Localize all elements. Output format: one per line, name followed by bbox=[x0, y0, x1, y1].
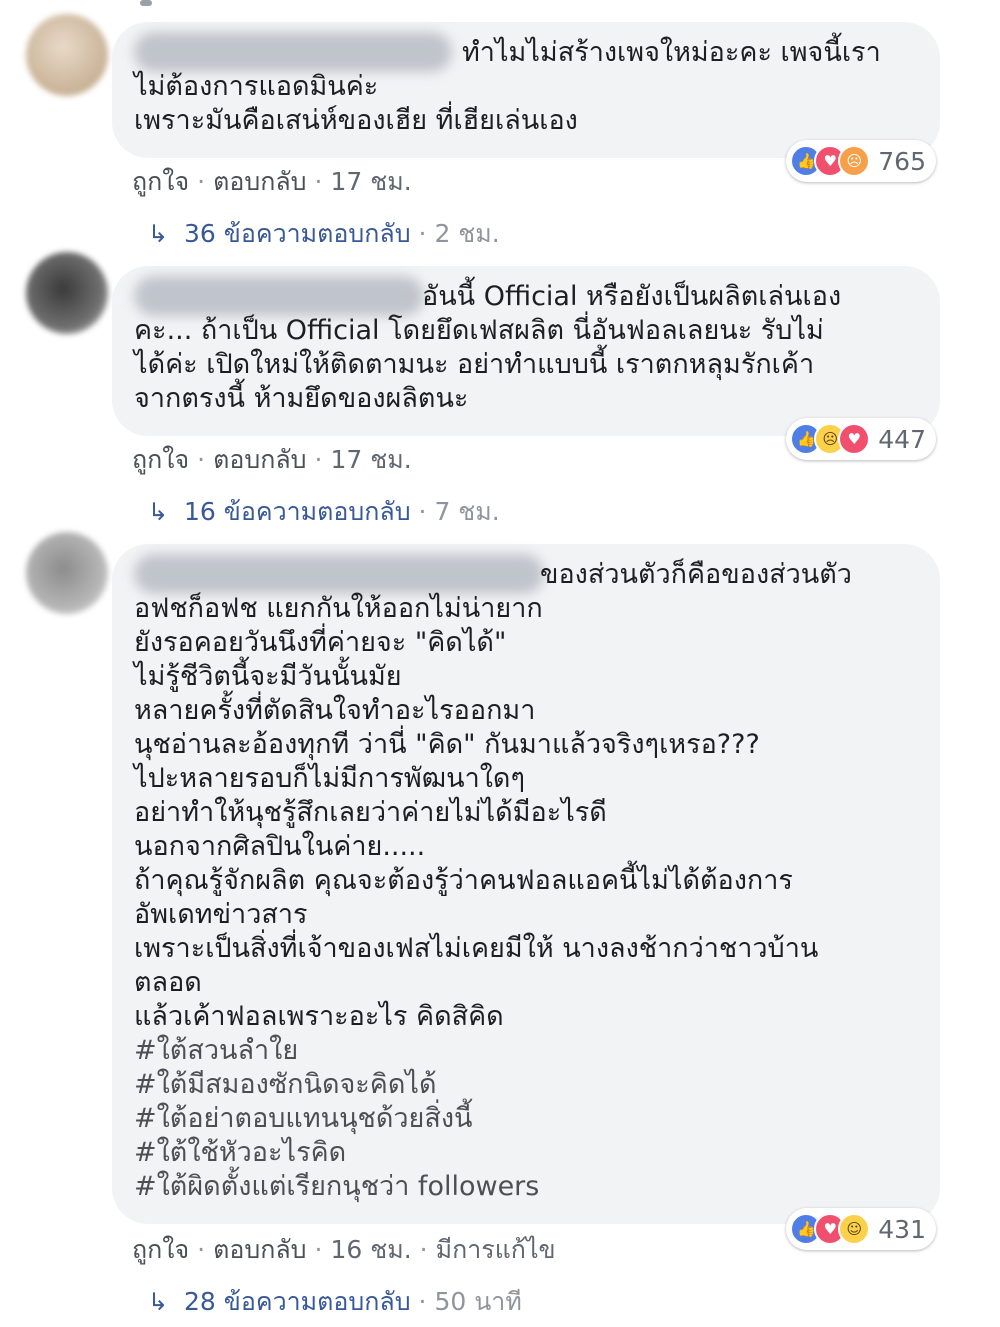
laughing-face-icon: ☺ bbox=[838, 1213, 871, 1245]
reply-arrow-icon: ↳ bbox=[148, 1288, 169, 1316]
edited-label[interactable]: มีการแก้ไข bbox=[436, 1235, 556, 1264]
reaction-summary[interactable]: 👍 ☹ ♥ 447 bbox=[786, 418, 936, 460]
comment-text-line: อย่าทำให้นุชรู้สึกเลยว่าค่ายไม่ได้มีอะไร… bbox=[134, 797, 607, 828]
comment-text-line: ได้ค่ะ เปิดใหม่ให้ติดตามนะ อย่าทำแบบนี้ … bbox=[134, 349, 815, 380]
separator: · bbox=[410, 497, 435, 526]
hashtag-link[interactable]: #ใต้มีสมองซักนิดจะคิดได้ bbox=[134, 1068, 912, 1102]
separator: · bbox=[410, 219, 435, 248]
avatar[interactable] bbox=[26, 532, 108, 614]
reply-link[interactable]: ตอบกลับ bbox=[213, 445, 306, 474]
timestamp[interactable]: 17 ชม. bbox=[331, 445, 412, 474]
like-link[interactable]: ถูกใจ bbox=[132, 1235, 189, 1264]
comment-actions: ถูกใจ · ตอบกลับ · 17 ชม. bbox=[132, 162, 412, 202]
comment-text-line: ทำไมไม่สร้างเพจใหม่อะคะ เพจนี้เรา bbox=[462, 37, 881, 68]
reaction-count: 447 bbox=[878, 424, 926, 454]
comment-text-line: เพราะมันคือเสน่ห์ของเฮีย ที่เฮียเล่นเอง bbox=[134, 105, 578, 136]
comment-text-line: ของส่วนตัวก็คือของส่วนตัว bbox=[540, 559, 852, 590]
comment-text-line: ไม่รู้ชีวิตนี้จะมีวันนั้นมัย bbox=[134, 661, 402, 692]
reply-link[interactable]: ตอบกลับ bbox=[213, 167, 306, 196]
comment-text-line: อัพเดทข่าวสาร bbox=[134, 899, 308, 930]
replies-time: 2 ชม. bbox=[434, 219, 500, 248]
reaction-summary[interactable]: 👍 ♥ ☹ 765 bbox=[786, 140, 936, 182]
avatar[interactable] bbox=[26, 252, 108, 334]
separator: · bbox=[419, 1235, 428, 1264]
reply-arrow-icon: ↳ bbox=[148, 220, 169, 248]
separator: · bbox=[410, 1287, 435, 1316]
comment-text-line: ถ้าคุณรู้จักผลิต คุณจะต้องรู้ว่าคนฟอลแอค… bbox=[134, 865, 793, 896]
replies-count: 36 ข้อความตอบกลับ bbox=[184, 219, 411, 248]
comment-text-line: คะ... ถ้าเป็น Official โดยยึดเฟสผลิต นี่… bbox=[134, 315, 824, 346]
comment-text-line: ไปะหลายรอบก็ไม่มีการพัฒนาใดๆ bbox=[134, 763, 525, 794]
comment-text-line: แล้วเค้าฟอลเพราะอะไร คิดสิคิด bbox=[134, 1001, 504, 1032]
angry-face-icon: ☹ bbox=[838, 145, 871, 177]
reaction-count: 765 bbox=[878, 146, 926, 176]
comment-actions: ถูกใจ · ตอบกลับ · 16 ชม. · มีการแก้ไข bbox=[132, 1230, 556, 1270]
hashtag-link[interactable]: #ใต้ผิดตั้งแต่เรียกนุชว่า followers bbox=[134, 1170, 912, 1204]
heart-icon: ♥ bbox=[838, 423, 871, 455]
reply-link[interactable]: ตอบกลับ bbox=[213, 1235, 306, 1264]
like-link[interactable]: ถูกใจ bbox=[132, 167, 189, 196]
replies-time: 50 นาที bbox=[434, 1287, 522, 1316]
comment-bubble: ทำไมไม่สร้างเพจใหม่อะคะ เพจนี้เรา ไม่ต้อ… bbox=[112, 22, 940, 158]
comment-text-line: ยังรอคอยวันนึงที่ค่ายจะ "คิดได้" bbox=[134, 627, 507, 658]
comment-text-line: หลายครั้งที่ตัดสินใจทำอะไรออกมา bbox=[134, 695, 536, 726]
view-replies-link[interactable]: ↳ 16 ข้อความตอบกลับ · 7 ชม. bbox=[148, 492, 500, 532]
separator: · bbox=[197, 167, 206, 196]
reaction-count: 431 bbox=[878, 1214, 926, 1244]
hashtag-link[interactable]: #ใต้ใช้หัวอะไรคิด bbox=[134, 1136, 912, 1170]
timestamp[interactable]: 17 ชม. bbox=[331, 167, 412, 196]
comment-text-line: อฟชก็อฟช แยกกันให้ออกไม่น่ายาก bbox=[134, 593, 543, 624]
comment-text-line: ไม่ต้องการแอดมินค่ะ bbox=[134, 71, 379, 102]
previous-content-edge bbox=[140, 0, 152, 6]
separator: · bbox=[314, 1235, 323, 1264]
avatar[interactable] bbox=[26, 14, 108, 96]
comment-text-line: ตลอด bbox=[134, 967, 202, 998]
hashtag-link[interactable]: #ใต้อย่าตอบแทนนุชด้วยสิ่งนี้ bbox=[134, 1102, 912, 1136]
separator: · bbox=[314, 167, 323, 196]
replies-count: 28 ข้อความตอบกลับ bbox=[184, 1287, 411, 1316]
timestamp[interactable]: 16 ชม. bbox=[331, 1235, 412, 1264]
comment-bubble: ของส่วนตัวก็คือของส่วนตัว อฟชก็อฟช แยกกั… bbox=[112, 544, 940, 1224]
comment-bubble: อันนี้ Official หรือยังเป็นผลิตเล่นเอง ค… bbox=[112, 266, 940, 436]
reply-arrow-icon: ↳ bbox=[148, 498, 169, 526]
comment-actions: ถูกใจ · ตอบกลับ · 17 ชม. bbox=[132, 440, 412, 480]
view-replies-link[interactable]: ↳ 36 ข้อความตอบกลับ · 2 ชม. bbox=[148, 214, 500, 254]
comment-text-line: จากตรงนี้ ห้ามยึดของผลิตนะ bbox=[134, 383, 469, 414]
comment-text-line: นอกจากศิลปินในค่าย..... bbox=[134, 831, 426, 862]
replies-count: 16 ข้อความตอบกลับ bbox=[184, 497, 411, 526]
separator: · bbox=[197, 1235, 206, 1264]
like-link[interactable]: ถูกใจ bbox=[132, 445, 189, 474]
view-replies-link[interactable]: ↳ 28 ข้อความตอบกลับ · 50 นาที bbox=[148, 1282, 522, 1322]
reaction-summary[interactable]: 👍 ♥ ☺ 431 bbox=[786, 1208, 936, 1250]
comment-text-line: นุชอ่านละอ้องทุกที ว่านี่ "คิด" กันมาแล้… bbox=[134, 729, 760, 760]
hashtag-link[interactable]: #ใต้สวนลำใย bbox=[134, 1034, 912, 1068]
comment-text-line: เพราะเป็นสิ่งที่เจ้าของเฟสไม่เคยมีให้ นา… bbox=[134, 933, 819, 964]
separator: · bbox=[314, 445, 323, 474]
replies-time: 7 ชม. bbox=[434, 497, 500, 526]
separator: · bbox=[197, 445, 206, 474]
comment-text-line: อันนี้ Official หรือยังเป็นผลิตเล่นเอง bbox=[422, 281, 842, 312]
